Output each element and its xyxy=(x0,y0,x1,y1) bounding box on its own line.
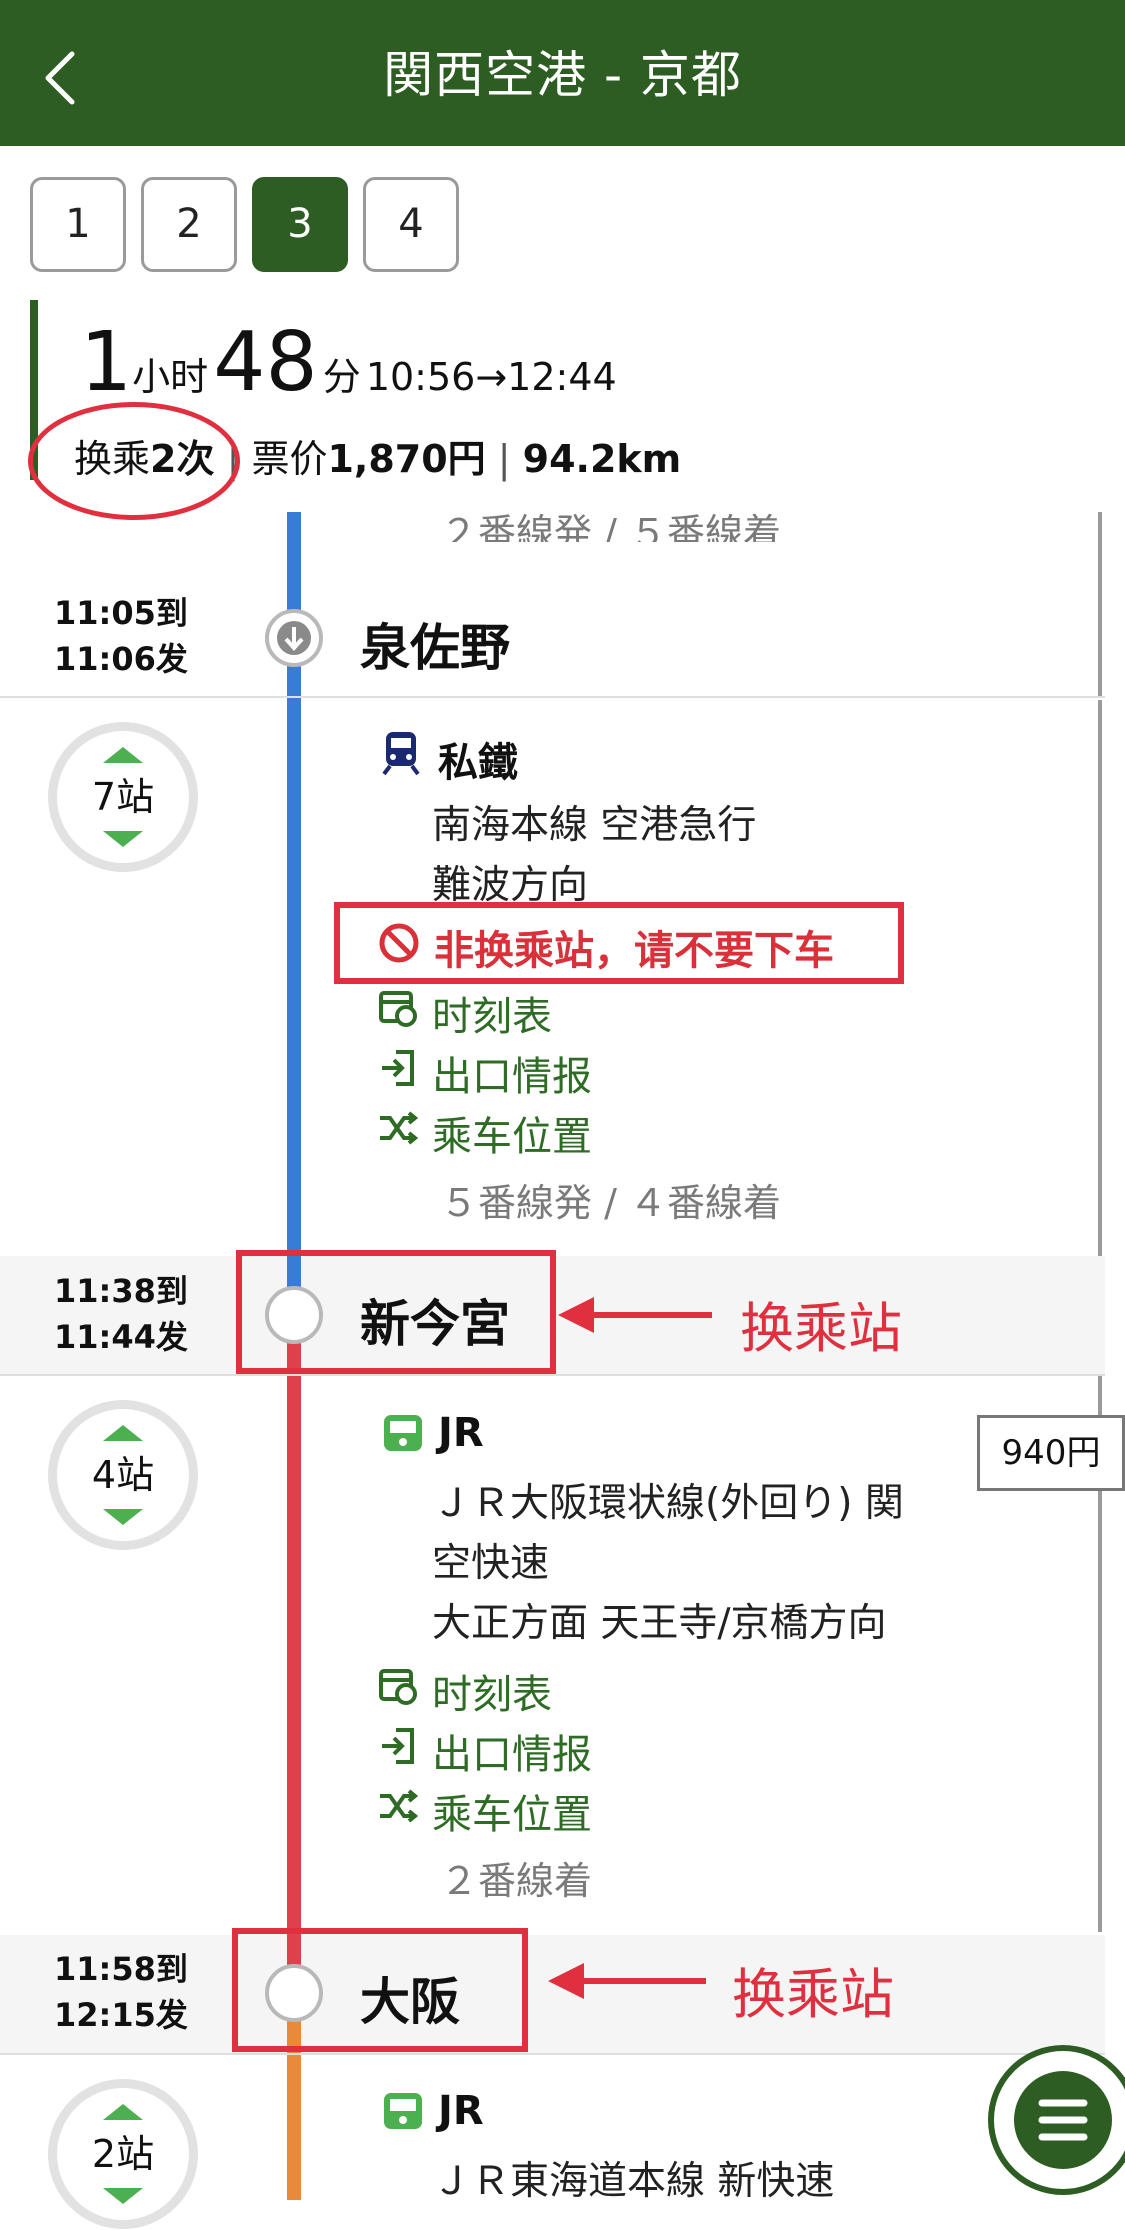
transfer-station-annotation-box xyxy=(232,1928,528,2052)
station-name[interactable]: 泉佐野 xyxy=(360,608,510,680)
right-rule xyxy=(1098,512,1102,696)
route-tab-4[interactable]: 4 xyxy=(363,177,459,272)
arrival-time: 11:05到 xyxy=(54,594,188,632)
fare-label: 票价 xyxy=(251,437,328,481)
platform-info: ２番線着 xyxy=(440,1859,593,1903)
departure-time: 11:44发 xyxy=(54,1318,188,1356)
stop-count-toggle[interactable]: 4站 xyxy=(48,1400,198,1550)
boarding-position-link[interactable]: 乘车位置 xyxy=(432,1104,592,1162)
expand-down-icon xyxy=(103,2188,143,2204)
exit-info-icon xyxy=(382,1728,414,1764)
boarding-position-shuffle-icon xyxy=(380,1111,418,1145)
boarding-position-shuffle-icon xyxy=(380,1789,418,1823)
divider xyxy=(0,696,1105,698)
divider xyxy=(0,2053,1105,2055)
route-tab-3[interactable]: 3 xyxy=(252,177,348,272)
station-time: 11:05到 11:06发 xyxy=(54,590,188,682)
divider xyxy=(0,1374,1105,1376)
transfers-annotation-ellipse xyxy=(28,402,240,520)
exit-info-icon xyxy=(382,1050,414,1086)
right-rule xyxy=(1098,700,1102,1256)
transfer-station-annotation: 换乘站 xyxy=(740,1297,902,1360)
page-title: 関西空港 - 京都 xyxy=(383,46,742,104)
time-range: 10:56→12:44 xyxy=(365,355,617,399)
leg-direction: 難波方向 xyxy=(432,863,589,906)
no-entry-icon xyxy=(379,923,419,963)
leg-line-name: ＪＲ東海道本線 新快速 xyxy=(432,2159,835,2202)
platform-info: ５番線発 / ４番線着 xyxy=(440,1181,781,1225)
leg-fare: 940円 xyxy=(977,1415,1125,1491)
leg-line-name-cont: 空快速 xyxy=(432,1541,550,1586)
leg-type: 私鐵 xyxy=(438,740,518,786)
annotation-arrow-icon xyxy=(558,1297,712,1333)
route-tab-1[interactable]: 1 xyxy=(30,177,126,272)
pass-through-down-icon xyxy=(265,609,323,667)
station-time: 11:58到 12:15发 xyxy=(54,1946,188,2038)
no-transfer-warning: 非换乘站，请不要下车 xyxy=(434,928,834,974)
annotation-arrow-icon xyxy=(548,1963,706,1999)
jr-train-icon xyxy=(384,2093,422,2129)
stop-count-toggle[interactable]: 7站 xyxy=(48,722,198,872)
arrival-time: 11:58到 xyxy=(54,1950,188,1988)
private-railway-train-icon xyxy=(382,732,420,776)
duration-minutes-unit: 分 xyxy=(322,355,361,399)
duration-hours-unit: 小时 xyxy=(132,355,209,399)
leg-type: JR xyxy=(438,1410,484,1456)
transfer-station-annotation-box xyxy=(236,1250,556,1374)
prev-leg-platform: ２番線発 / ５番線着 xyxy=(440,511,781,542)
departure-time: 12:15发 xyxy=(54,1996,188,2034)
departure-time: 11:06发 xyxy=(54,640,188,678)
exit-info-link[interactable]: 出口情报 xyxy=(432,1044,592,1102)
menu-icon xyxy=(1038,2099,1088,2141)
timetable-link[interactable]: 时刻表 xyxy=(432,1662,552,1720)
timetable-link[interactable]: 时刻表 xyxy=(432,984,552,1042)
osaka-loop-line-segment xyxy=(287,1312,301,1980)
route-tab-2[interactable]: 2 xyxy=(141,177,237,272)
leg-type: JR xyxy=(438,2088,484,2134)
fare-value: 1,870円 xyxy=(327,437,486,481)
duration: 1小时 48 分 10:56→12:44 xyxy=(80,322,617,404)
expand-down-icon xyxy=(103,831,143,847)
transfer-station-annotation: 换乘站 xyxy=(732,1963,894,2026)
jr-train-icon xyxy=(384,1415,422,1451)
menu-fab-button[interactable] xyxy=(988,2045,1125,2195)
boarding-position-link[interactable]: 乘车位置 xyxy=(432,1782,592,1840)
duration-minutes: 48 xyxy=(213,315,318,410)
distance-value: 94.2km xyxy=(522,437,682,481)
station-time: 11:38到 11:44发 xyxy=(54,1268,188,1360)
leg-line-name: 南海本線 空港急行 xyxy=(432,803,757,848)
stop-count-toggle[interactable]: 2站 xyxy=(48,2079,198,2229)
expand-down-icon xyxy=(103,1509,143,1525)
leg-line-name: ＪＲ大阪環状線(外回り) 関 xyxy=(432,1481,904,1526)
exit-info-link[interactable]: 出口情报 xyxy=(432,1722,592,1780)
duration-hours: 1 xyxy=(80,315,133,410)
timetable-icon xyxy=(379,991,417,1027)
leg-direction: 大正方面 天王寺/京橋方向 xyxy=(432,1601,887,1646)
arrival-time: 11:38到 xyxy=(54,1272,188,1310)
timetable-icon xyxy=(379,1669,417,1705)
